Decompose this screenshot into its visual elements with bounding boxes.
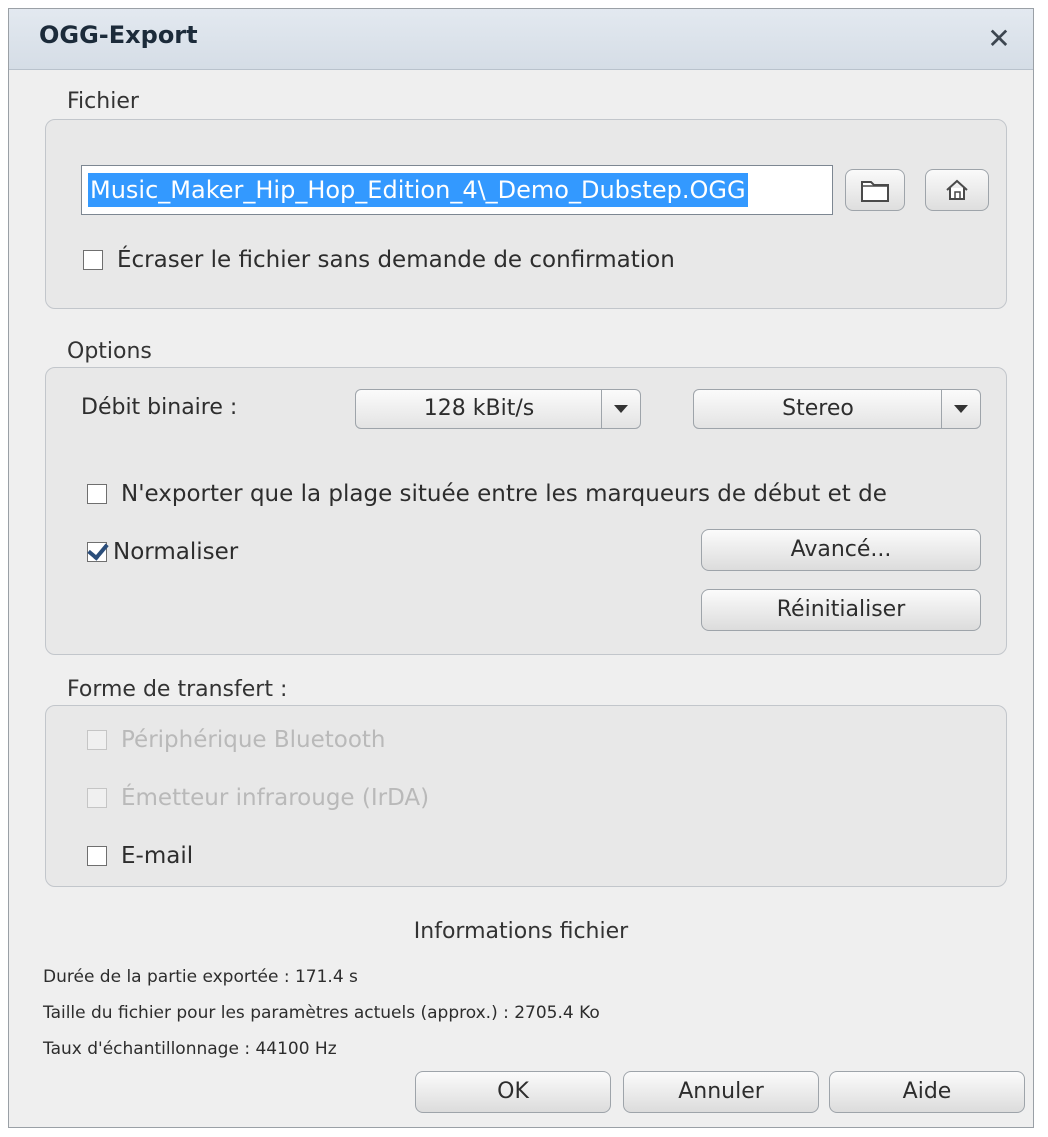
infrared-checkbox [87, 788, 107, 808]
ok-button[interactable]: OK [415, 1071, 611, 1113]
bitrate-label: Débit binaire : [81, 395, 238, 420]
email-option[interactable]: E-mail [87, 843, 193, 869]
infrared-option: Émetteur infrarouge (IrDA) [87, 785, 429, 811]
chevron-down-icon [614, 405, 628, 413]
range-only-label: N'exporter que la plage située entre les… [121, 481, 887, 507]
title-bar[interactable]: OGG-Export ✕ [9, 9, 1033, 70]
range-only-checkbox[interactable] [87, 484, 107, 504]
file-size-info: Taille du fichier pour les paramètres ac… [43, 1003, 600, 1023]
advanced-button[interactable]: Avancé... [701, 529, 981, 571]
browse-folder-button[interactable] [845, 169, 905, 211]
bitrate-value: 128 kBit/s [423, 396, 535, 421]
transfer-section-label: Forme de transfert : [67, 677, 288, 702]
normalize-checkbox[interactable] [87, 542, 107, 562]
cancel-button[interactable]: Annuler [623, 1071, 819, 1113]
file-section-label: Fichier [67, 89, 139, 114]
help-button[interactable]: Aide [829, 1071, 1025, 1113]
range-only-option[interactable]: N'exporter que la plage située entre les… [87, 481, 887, 507]
bitrate-dropdown-arrow[interactable] [601, 390, 640, 428]
folder-icon [861, 181, 889, 202]
overwrite-option[interactable]: Écraser le fichier sans demande de confi… [83, 247, 675, 273]
close-button[interactable]: ✕ [979, 19, 1019, 59]
home-icon [946, 179, 968, 200]
bluetooth-checkbox [87, 730, 107, 750]
normalize-label: Normaliser [113, 539, 239, 565]
file-path-input[interactable]: Music_Maker_Hip_Hop_Edition_4\_Demo_Dubs… [81, 165, 833, 215]
bluetooth-option: Périphérique Bluetooth [87, 727, 386, 753]
channel-value: Stereo [782, 396, 854, 421]
channel-dropdown-arrow[interactable] [941, 390, 980, 428]
chevron-down-icon [954, 405, 968, 413]
overwrite-label: Écraser le fichier sans demande de confi… [117, 247, 675, 273]
reset-button[interactable]: Réinitialiser [701, 589, 981, 631]
bluetooth-label: Périphérique Bluetooth [121, 727, 386, 753]
options-section-label: Options [67, 339, 152, 364]
sample-rate-info: Taux d'échantillonnage : 44100 Hz [43, 1039, 337, 1059]
normalize-option[interactable]: Normaliser [87, 539, 238, 565]
overwrite-checkbox[interactable] [83, 250, 103, 270]
duration-info: Durée de la partie exportée : 171.4 s [43, 967, 358, 987]
bitrate-dropdown[interactable]: 128 kBit/s [355, 389, 641, 429]
email-label: E-mail [121, 843, 194, 869]
email-checkbox[interactable] [87, 846, 107, 866]
home-folder-button[interactable] [925, 169, 989, 211]
infrared-label: Émetteur infrarouge (IrDA) [121, 785, 430, 811]
file-path-text: Music_Maker_Hip_Hop_Edition_4\_Demo_Dubs… [88, 173, 748, 207]
channel-dropdown[interactable]: Stereo [693, 389, 981, 429]
ogg-export-dialog: OGG-Export ✕ Fichier Music_Maker_Hip_Hop… [8, 8, 1034, 1128]
window-title: OGG-Export [39, 21, 198, 49]
file-info-title: Informations fichier [413, 919, 629, 944]
